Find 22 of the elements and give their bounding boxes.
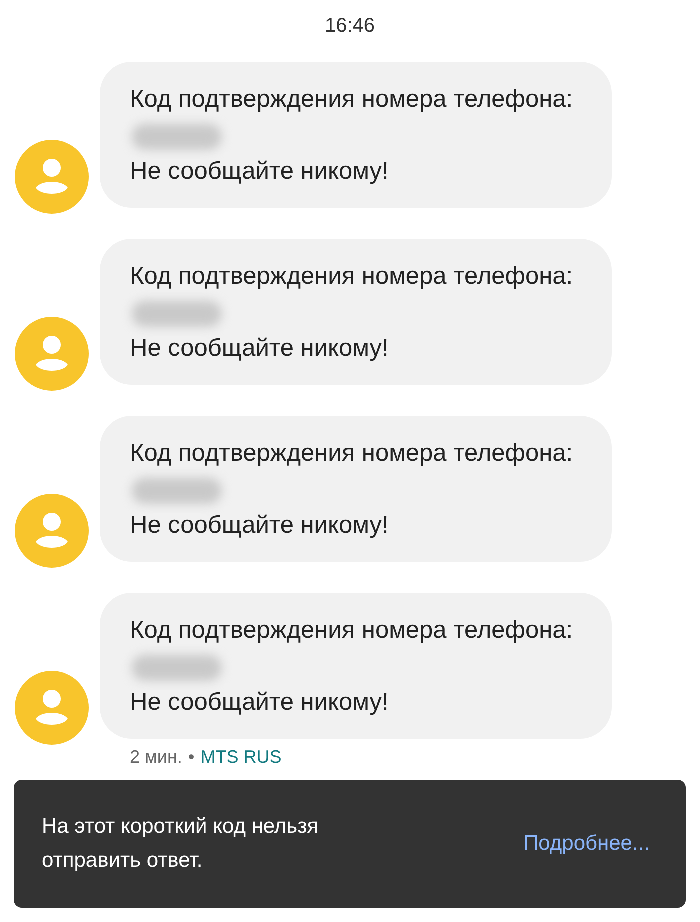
more-link[interactable]: Подробнее... bbox=[524, 832, 650, 856]
message-bubble[interactable]: Код подтверждения номера телефона: Не сообщайте никому! bbox=[100, 593, 612, 739]
message-bubble[interactable]: Код подтверждения номера телефона: Не сообщайте никому! bbox=[100, 416, 612, 562]
sender-name: MTS RUS bbox=[200, 747, 282, 768]
message-text: Код подтверждения номера телефона: bbox=[130, 440, 574, 467]
avatar-icon[interactable] bbox=[15, 140, 89, 214]
message-text: Не сообщайте никому! bbox=[130, 157, 390, 187]
message-text: Не сообщайте никому! bbox=[130, 688, 390, 718]
message-text: Код подтверждения номера телефона: bbox=[130, 263, 574, 290]
message-bubble[interactable]: Код подтверждения номера телефона: Не сообщайте никому! bbox=[100, 239, 612, 385]
message-text: Код подтверждения номера телефона: bbox=[130, 86, 574, 113]
message-text: Не сообщайте никому! bbox=[130, 334, 390, 364]
avatar-icon[interactable] bbox=[15, 317, 89, 391]
timestamp: 16:46 bbox=[324, 14, 376, 39]
separator-dot: • bbox=[188, 747, 195, 768]
message-text: Не сообщайте никому! bbox=[130, 511, 390, 541]
avatar-icon[interactable] bbox=[15, 494, 89, 568]
message-bubble[interactable]: Код подтверждения номера телефона: Не сообщайте никому! bbox=[100, 62, 612, 208]
snackbar-message: На этот короткий код нельзя отправить ответ. bbox=[42, 814, 320, 874]
message-age: 2 мин. bbox=[130, 747, 182, 768]
message-text: Код подтверждения номера телефона: bbox=[130, 617, 574, 644]
avatar-icon[interactable] bbox=[15, 671, 89, 745]
